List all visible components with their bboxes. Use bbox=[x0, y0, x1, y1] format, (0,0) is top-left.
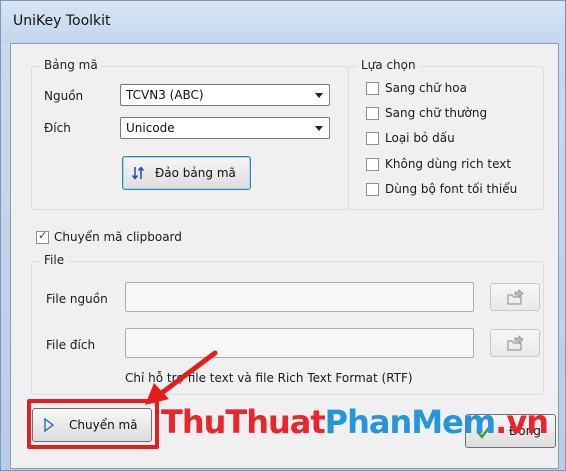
title-bar[interactable]: UniKey Toolkit bbox=[1, 1, 565, 43]
dest-charset-select[interactable]: Unicode bbox=[120, 117, 330, 139]
option-no-rich-text-checkbox[interactable] bbox=[366, 158, 379, 171]
options-group-title: Lựa chọn bbox=[357, 58, 420, 72]
chevron-down-icon bbox=[315, 93, 323, 98]
clipboard-checkbox[interactable] bbox=[36, 229, 49, 244]
source-charset-value: TCVN3 (ABC) bbox=[126, 88, 204, 102]
swap-arrows-icon bbox=[131, 165, 147, 184]
site-watermark: ThuThuatPhanMem.vn bbox=[161, 403, 549, 441]
convert-button-highlight bbox=[27, 399, 159, 449]
open-folder-icon bbox=[507, 335, 524, 351]
option-lowercase-label: Sang chữ thường bbox=[385, 106, 488, 120]
file-group-title: File bbox=[40, 253, 69, 267]
watermark-part-3: .vn bbox=[495, 403, 549, 441]
unikey-toolkit-window: UniKey Toolkit Bảng mã Nguồn TCVN3 (ABC)… bbox=[0, 0, 566, 471]
browse-dest-file-button[interactable] bbox=[490, 329, 540, 357]
option-lowercase-checkbox[interactable] bbox=[366, 107, 379, 120]
option-uppercase-checkbox[interactable] bbox=[366, 82, 379, 95]
charset-group: Bảng mã Nguồn TCVN3 (ABC) Đích Unicode Đ… bbox=[31, 58, 349, 210]
watermark-part-2: PhanMem bbox=[324, 403, 496, 441]
watermark-part-1: ThuThuat bbox=[161, 403, 326, 441]
option-no-rich-text-label: Không dùng rich text bbox=[385, 157, 512, 171]
chevron-down-icon bbox=[315, 126, 323, 131]
open-folder-icon bbox=[507, 289, 524, 305]
clipboard-label: Chuyển mã clipboard bbox=[54, 230, 182, 244]
charset-group-title: Bảng mã bbox=[40, 58, 102, 72]
option-minimal-font-checkbox[interactable] bbox=[366, 183, 379, 196]
option-remove-accents-label: Loại bỏ dấu bbox=[385, 131, 455, 145]
option-minimal-font-label: Dùng bộ font tối thiểu bbox=[385, 182, 518, 196]
option-uppercase-label: Sang chữ hoa bbox=[385, 81, 467, 95]
swap-charset-label: Đảo bảng mã bbox=[155, 166, 236, 180]
dest-charset-label: Đích bbox=[44, 121, 71, 135]
dest-file-label: File đích bbox=[46, 338, 96, 352]
window-title: UniKey Toolkit bbox=[13, 13, 111, 29]
source-charset-select[interactable]: TCVN3 (ABC) bbox=[120, 84, 330, 106]
source-charset-label: Nguồn bbox=[44, 89, 84, 103]
option-remove-accents-checkbox[interactable] bbox=[366, 132, 379, 145]
file-group: File File nguồn File đích Chỉ hỗ trợ fil… bbox=[31, 253, 544, 395]
source-file-input[interactable] bbox=[125, 282, 474, 312]
red-arrow-icon bbox=[145, 350, 218, 405]
dest-charset-value: Unicode bbox=[126, 121, 175, 135]
swap-charset-button[interactable]: Đảo bảng mã bbox=[122, 156, 251, 190]
options-group: Lựa chọn Sang chữ hoa Sang chữ thường Lo… bbox=[348, 58, 544, 210]
source-file-label: File nguồn bbox=[46, 292, 108, 306]
browse-source-file-button[interactable] bbox=[490, 283, 540, 311]
